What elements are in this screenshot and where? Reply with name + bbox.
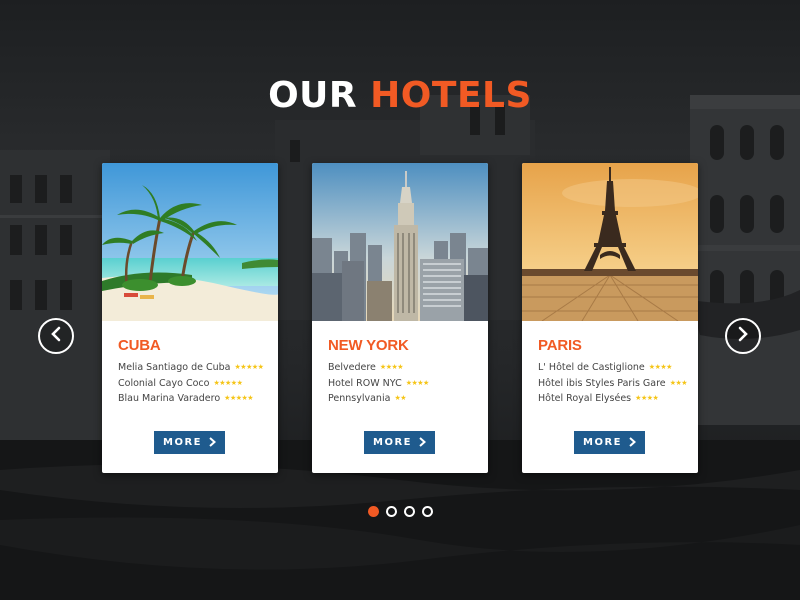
hotel-item[interactable]: Hotel ROW NYC ★★★★ [328,376,488,392]
star-rating-icon: ★★★ [669,378,688,387]
pagination-dot-4[interactable] [422,506,433,517]
star-rating-icon: ★★ [394,394,407,402]
star-rating-icon: ★★★★★ [213,378,243,387]
pagination-dot-2[interactable] [386,506,397,517]
hotel-name[interactable]: Hôtel Royal Elysées [538,393,631,404]
more-button-label: MORE [583,437,622,448]
hotel-name[interactable]: Hôtel ibis Styles Paris Gare [538,378,666,389]
hotel-card-cuba: CUBA Melia Santiago de Cuba ★★★★★ Coloni… [102,163,278,473]
hotel-name[interactable]: Blau Marina Varadero [118,393,220,404]
hotel-name[interactable]: Pennsylvania [328,393,390,404]
city-name: PARIS [538,337,582,354]
more-button-label: MORE [163,437,202,448]
card-image-eiffel-tower [522,163,698,321]
hotel-item[interactable]: Melia Santiago de Cuba ★★★★★ [118,360,278,376]
star-rating-icon: ★★★★ [648,363,673,371]
hotel-item[interactable]: Hôtel Royal Elysées ★★★★ [538,391,698,407]
more-button[interactable]: MORE [574,431,645,454]
star-rating-icon: ★★★★★ [234,363,264,371]
carousel-next-button[interactable] [725,318,761,354]
city-name: CUBA [118,337,161,354]
hotel-card-new-york: NEW YORK Belvedere ★★★★ Hotel ROW NYC ★★… [312,163,488,473]
title-word-our: OUR [268,75,358,116]
card-image-skyline [312,163,488,321]
hotel-list: Belvedere ★★★★ Hotel ROW NYC ★★★★ Pennsy… [328,360,488,407]
hotel-name[interactable]: Hotel ROW NYC [328,378,402,389]
more-button[interactable]: MORE [154,431,225,454]
hotel-list: Melia Santiago de Cuba ★★★★★ Colonial Ca… [118,360,278,407]
chevron-right-icon [209,436,216,450]
star-rating-icon: ★★★★ [405,378,430,387]
chevron-left-icon [50,326,62,347]
page-title: OUR HOTELS [0,72,800,120]
hotel-item[interactable]: Blau Marina Varadero ★★★★★ [118,391,278,407]
star-rating-icon: ★★★★ [379,363,404,371]
star-rating-icon: ★★★★★ [224,394,254,402]
hotel-list: L' Hôtel de Castiglione ★★★★ Hôtel ibis … [538,360,698,407]
pagination-dot-3[interactable] [404,506,415,517]
carousel-pagination [368,506,433,517]
hotel-item[interactable]: Pennsylvania ★★ [328,391,488,407]
hotel-item[interactable]: Colonial Cayo Coco ★★★★★ [118,376,278,392]
chevron-right-icon [737,326,749,347]
hotel-name[interactable]: L' Hôtel de Castiglione [538,362,645,373]
hotel-item[interactable]: Belvedere ★★★★ [328,360,488,376]
carousel-prev-button[interactable] [38,318,74,354]
city-name: NEW YORK [328,337,409,354]
hotel-name[interactable]: Belvedere [328,362,376,373]
hotel-card-paris: PARIS L' Hôtel de Castiglione ★★★★ Hôtel… [522,163,698,473]
more-button-label: MORE [373,437,412,448]
pagination-dot-1[interactable] [368,506,379,517]
hotel-name[interactable]: Melia Santiago de Cuba [118,362,230,373]
star-rating-icon: ★★★★ [635,394,659,402]
hotel-name[interactable]: Colonial Cayo Coco [118,378,209,389]
more-button[interactable]: MORE [364,431,435,454]
hotel-item[interactable]: L' Hôtel de Castiglione ★★★★ [538,360,698,376]
chevron-right-icon [629,436,636,450]
chevron-right-icon [419,436,426,450]
title-word-hotels: HOTELS [370,75,532,116]
card-image-beach [102,163,278,321]
hotel-item[interactable]: Hôtel ibis Styles Paris Gare ★★★ [538,376,698,392]
